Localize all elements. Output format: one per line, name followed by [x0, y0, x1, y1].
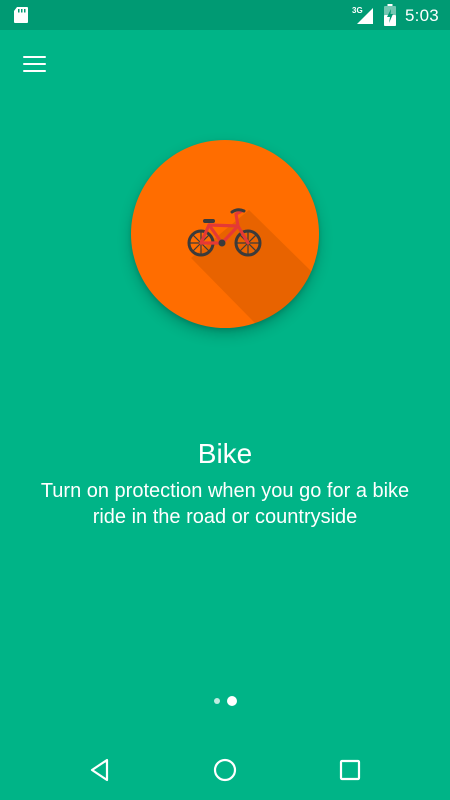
- hero-illustration: [131, 140, 319, 328]
- page-dot-inactive[interactable]: [214, 698, 220, 704]
- home-icon[interactable]: [211, 756, 239, 784]
- bike-icon: [187, 208, 262, 257]
- navigation-bar: [0, 738, 450, 800]
- menu-button[interactable]: [14, 45, 56, 85]
- page-indicator: [212, 695, 242, 707]
- battery-charging-icon: [384, 4, 396, 26]
- onboarding-description: Turn on protection when you go for a bik…: [40, 480, 410, 528]
- hamburger-menu-icon: [23, 56, 46, 58]
- status-bar: 3G 5:03: [0, 0, 450, 30]
- onboarding-title: Bike: [197, 438, 253, 469]
- page-dot-active[interactable]: [227, 696, 237, 706]
- signal-icon: 3G: [352, 6, 373, 24]
- screen: 3G 5:03 Bike Turn on protection when you…: [0, 0, 450, 800]
- recents-icon[interactable]: [336, 756, 364, 784]
- status-bar-clock: 5:03: [405, 6, 439, 25]
- back-icon[interactable]: [86, 756, 114, 784]
- sd-card-icon: [14, 7, 28, 23]
- network-type-label: 3G: [352, 6, 363, 15]
